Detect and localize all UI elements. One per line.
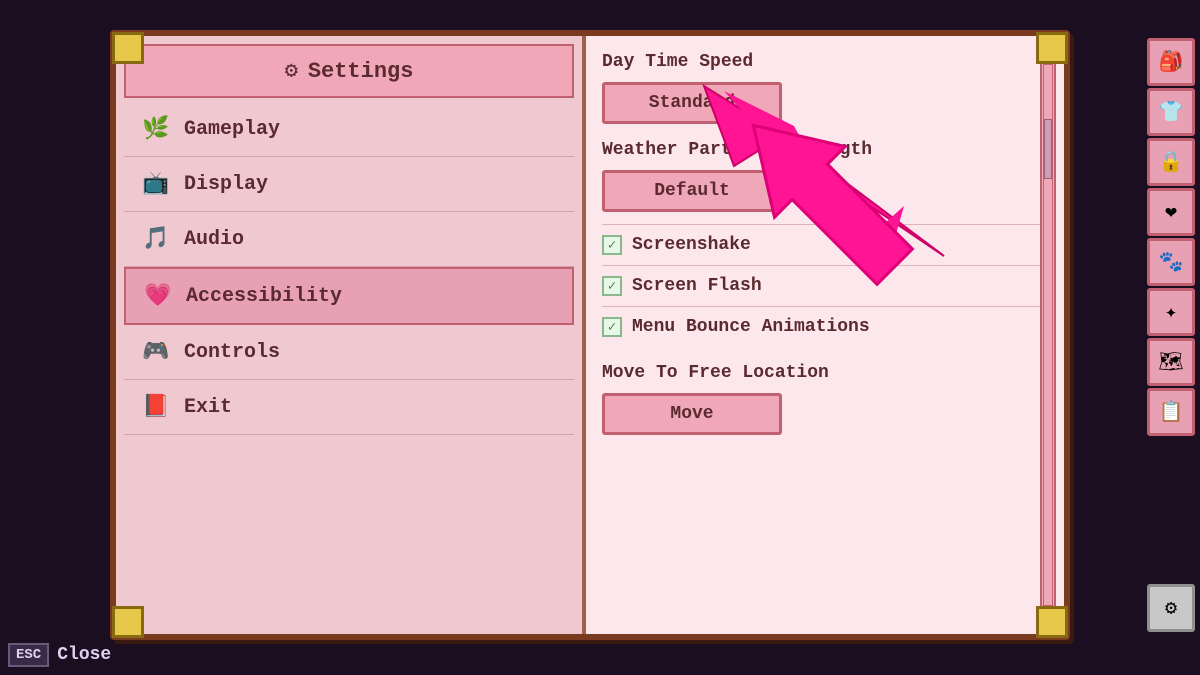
move-location-group: Move To Free Location Move: [602, 359, 1048, 435]
scrollbar-handle: [1044, 119, 1052, 179]
corner-tr: [1036, 32, 1068, 64]
exit-label: Exit: [184, 396, 232, 419]
heart-icon-btn[interactable]: ❤: [1147, 188, 1195, 236]
wardrobe-icon-btn[interactable]: 👕: [1147, 88, 1195, 136]
corner-tl: [112, 32, 144, 64]
sidebar-item-exit[interactable]: 📕 Exit: [124, 380, 574, 435]
lock-icon-btn[interactable]: 🔒: [1147, 138, 1195, 186]
gear-icon: ⚙: [285, 58, 298, 84]
screenshake-checkbox[interactable]: [602, 235, 622, 255]
menu-bounce-label: Menu Bounce Animations: [632, 317, 870, 337]
map-icon-btn[interactable]: 🗺: [1147, 338, 1195, 386]
sidebar-item-display[interactable]: 📺 Display: [124, 157, 574, 212]
settings-icon-btn[interactable]: ⚙: [1147, 584, 1195, 632]
esc-bar: ESC Close: [8, 643, 111, 667]
right-page: Day Time Speed Standard Weather Particle…: [586, 36, 1064, 634]
scrollbar[interactable]: ▲ ▼: [1040, 44, 1056, 626]
day-time-speed-button[interactable]: Standard: [602, 82, 782, 124]
pet-icon-btn[interactable]: 🐾: [1147, 238, 1195, 286]
settings-book: ⚙ Settings 🌿 Gameplay 📺 Display 🎵 Audio …: [110, 30, 1070, 640]
settings-title: Settings: [308, 59, 414, 84]
display-icon: 📺: [140, 171, 172, 197]
exit-icon: 📕: [140, 394, 172, 420]
audio-icon: 🎵: [140, 226, 172, 252]
screen-flash-label: Screen Flash: [632, 276, 762, 296]
screen-flash-checkbox[interactable]: [602, 276, 622, 296]
corner-bl: [112, 606, 144, 638]
weather-particle-group: Weather Particle Strength Default: [602, 136, 1048, 212]
screenshake-row: Screenshake: [602, 224, 1048, 265]
gameplay-label: Gameplay: [184, 118, 280, 141]
day-time-speed-label: Day Time Speed: [602, 48, 1048, 76]
audio-label: Audio: [184, 228, 244, 251]
scrollbar-thumb[interactable]: [1043, 64, 1053, 606]
controls-icon: 🎮: [140, 339, 172, 365]
sidebar-item-accessibility[interactable]: 💗 Accessibility: [124, 267, 574, 325]
accessibility-icon: 💗: [142, 283, 174, 309]
weather-particle-button[interactable]: Default: [602, 170, 782, 212]
controls-label: Controls: [184, 341, 280, 364]
accessibility-label: Accessibility: [186, 285, 342, 308]
left-page: ⚙ Settings 🌿 Gameplay 📺 Display 🎵 Audio …: [116, 36, 586, 634]
corner-br: [1036, 606, 1068, 638]
move-location-label: Move To Free Location: [602, 359, 1048, 387]
sidebar-item-audio[interactable]: 🎵 Audio: [124, 212, 574, 267]
inventory-icon-btn[interactable]: 🎒: [1147, 38, 1195, 86]
star-icon-btn[interactable]: ✦: [1147, 288, 1195, 336]
esc-key[interactable]: ESC: [8, 643, 49, 667]
day-time-speed-group: Day Time Speed Standard: [602, 48, 1048, 124]
sidebar-item-gameplay[interactable]: 🌿 Gameplay: [124, 102, 574, 157]
weather-particle-label: Weather Particle Strength: [602, 136, 1048, 164]
screenshake-label: Screenshake: [632, 235, 751, 255]
move-location-button[interactable]: Move: [602, 393, 782, 435]
gameplay-icon: 🌿: [140, 116, 172, 142]
menu-bounce-row: Menu Bounce Animations: [602, 306, 1048, 347]
quest-icon-btn[interactable]: 📋: [1147, 388, 1195, 436]
display-label: Display: [184, 173, 268, 196]
screen-flash-row: Screen Flash: [602, 265, 1048, 306]
menu-bounce-checkbox[interactable]: [602, 317, 622, 337]
close-label: Close: [57, 645, 111, 665]
sidebar-item-controls[interactable]: 🎮 Controls: [124, 325, 574, 380]
settings-header: ⚙ Settings: [124, 44, 574, 98]
right-sidebar: 🎒 👕 🔒 ❤ 🐾 ✦ 🗺 📋 ⚙: [1142, 30, 1200, 640]
